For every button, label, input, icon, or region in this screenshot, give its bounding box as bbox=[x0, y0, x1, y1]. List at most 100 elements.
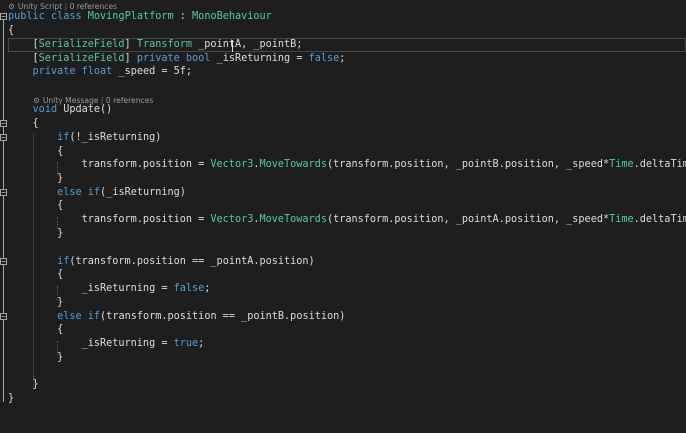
code-token: (transform.position, _pointA.position, _… bbox=[326, 214, 610, 225]
code-token: false bbox=[308, 53, 340, 64]
code-token: SerializeField bbox=[38, 53, 125, 64]
code-line[interactable]: } bbox=[8, 393, 14, 405]
code-token: if bbox=[57, 256, 70, 267]
code-line[interactable]: transform.position = Vector3.MoveTowards… bbox=[8, 214, 686, 226]
code-line[interactable]: _isReturning = false; bbox=[8, 283, 211, 295]
code-editor[interactable]: − − − − − − ⚙ Unity Script | 0 references… bbox=[0, 0, 686, 433]
code-token: transform.position = bbox=[8, 214, 211, 225]
code-token: Time bbox=[609, 214, 634, 225]
code-token: _isReturning = bbox=[8, 283, 174, 294]
code-token: else bbox=[57, 187, 82, 198]
code-token: private bbox=[32, 66, 76, 77]
code-token: false bbox=[173, 283, 205, 294]
code-token: if bbox=[87, 187, 101, 198]
code-token: SerializeField bbox=[38, 39, 125, 50]
code-token: : bbox=[173, 11, 193, 22]
code-token: (transform.position, _pointB.position, _… bbox=[326, 159, 610, 170]
fold-toggle-if-point-a[interactable]: − bbox=[0, 258, 7, 266]
fold-toggle-class[interactable]: − bbox=[0, 13, 7, 21]
code-token: { bbox=[8, 269, 64, 280]
code-token: Update() bbox=[57, 104, 113, 115]
code-token: private bbox=[136, 53, 180, 64]
code-token: { bbox=[8, 200, 64, 211]
code-token: ; bbox=[339, 53, 346, 64]
code-token: ] bbox=[124, 39, 137, 50]
code-token: true bbox=[173, 338, 199, 349]
code-token: (_isReturning) bbox=[100, 187, 186, 198]
code-token: } bbox=[8, 393, 15, 404]
fold-toggle-else-if-returning[interactable]: − bbox=[0, 189, 7, 197]
code-line[interactable]: { bbox=[8, 269, 63, 281]
code-token: [ bbox=[8, 53, 39, 64]
code-token: } bbox=[8, 173, 64, 184]
code-token: (transform.position == _pointA.position) bbox=[69, 256, 315, 267]
fold-toggle-else-if-point-b[interactable]: − bbox=[0, 313, 7, 321]
code-token: [ bbox=[8, 39, 39, 50]
code-token: Time bbox=[609, 159, 634, 170]
code-line[interactable]: } bbox=[8, 297, 63, 309]
code-token: ] bbox=[124, 53, 137, 64]
code-token: public bbox=[8, 11, 45, 22]
codelens-references[interactable]: 0 references bbox=[70, 2, 117, 11]
codelens-unity-script[interactable]: ⚙ Unity Script | 0 references bbox=[8, 2, 117, 11]
code-token: _speed = 5f; bbox=[112, 66, 193, 77]
code-line[interactable]: public class MovingPlatform : MonoBehavi… bbox=[8, 11, 272, 23]
code-token: Vector3 bbox=[210, 159, 254, 170]
fold-toggle-if-not-returning[interactable]: − bbox=[0, 134, 7, 142]
code-line[interactable]: } bbox=[8, 379, 39, 391]
code-token: transform.position = bbox=[8, 159, 211, 170]
code-line[interactable]: transform.position = Vector3.MoveTowards… bbox=[8, 159, 686, 171]
code-token: void bbox=[32, 104, 58, 115]
code-line[interactable]: void Update() bbox=[8, 104, 113, 116]
code-token: } bbox=[8, 352, 64, 363]
code-line[interactable]: } bbox=[8, 173, 63, 185]
code-line[interactable]: { bbox=[8, 25, 14, 37]
code-line[interactable]: { bbox=[8, 118, 39, 130]
code-line[interactable]: { bbox=[8, 200, 63, 212]
code-token: ; bbox=[198, 338, 205, 349]
code-token: MoveTowards bbox=[259, 214, 327, 225]
code-line[interactable]: [SerializeField] private bool _isReturni… bbox=[8, 53, 346, 65]
code-token: MonoBehaviour bbox=[192, 11, 272, 22]
code-line[interactable]: _isReturning = true; bbox=[8, 338, 205, 350]
code-token: _isReturning = bbox=[8, 338, 174, 349]
code-line[interactable]: } bbox=[8, 352, 63, 364]
code-token: (transform.position == _pointB.position) bbox=[100, 311, 346, 322]
code-token: _isReturning = bbox=[210, 53, 309, 64]
code-line[interactable]: { bbox=[8, 146, 63, 158]
code-token: } bbox=[8, 379, 39, 390]
code-line[interactable]: [SerializeField] Transform _pointA, _poi… bbox=[8, 39, 303, 51]
code-line[interactable]: else if(transform.position == _pointB.po… bbox=[8, 311, 345, 323]
code-line[interactable]: private float _speed = 5f; bbox=[8, 66, 192, 78]
code-token: { bbox=[8, 118, 39, 129]
code-token: { bbox=[8, 324, 64, 335]
codelens-references[interactable]: 0 references bbox=[106, 96, 153, 105]
fold-range-line bbox=[3, 20, 4, 402]
code-token: } bbox=[8, 297, 64, 308]
code-token: _pointA, _pointB; bbox=[192, 39, 303, 50]
code-line[interactable]: { bbox=[8, 324, 63, 336]
code-token: float bbox=[81, 66, 113, 77]
code-token: class bbox=[50, 11, 82, 22]
code-token: (!_isReturning) bbox=[69, 132, 162, 143]
code-line[interactable]: else if(_isReturning) bbox=[8, 187, 186, 199]
code-token: { bbox=[8, 146, 64, 157]
code-token: ; bbox=[204, 283, 211, 294]
code-line[interactable]: if(!_isReturning) bbox=[8, 132, 161, 144]
code-line[interactable]: } bbox=[8, 228, 63, 240]
code-line[interactable]: if(transform.position == _pointA.positio… bbox=[8, 256, 315, 268]
code-token: .deltaTime); bbox=[633, 214, 686, 225]
code-token: MovingPlatform bbox=[87, 11, 174, 22]
fold-toggle-update[interactable]: − bbox=[0, 120, 7, 128]
code-token: .deltaTime); bbox=[633, 159, 686, 170]
code-token: { bbox=[8, 25, 15, 36]
unity-script-icon: ⚙ bbox=[8, 2, 15, 11]
code-token: bool bbox=[185, 53, 211, 64]
code-token: else bbox=[57, 311, 82, 322]
code-token: if bbox=[57, 132, 70, 143]
